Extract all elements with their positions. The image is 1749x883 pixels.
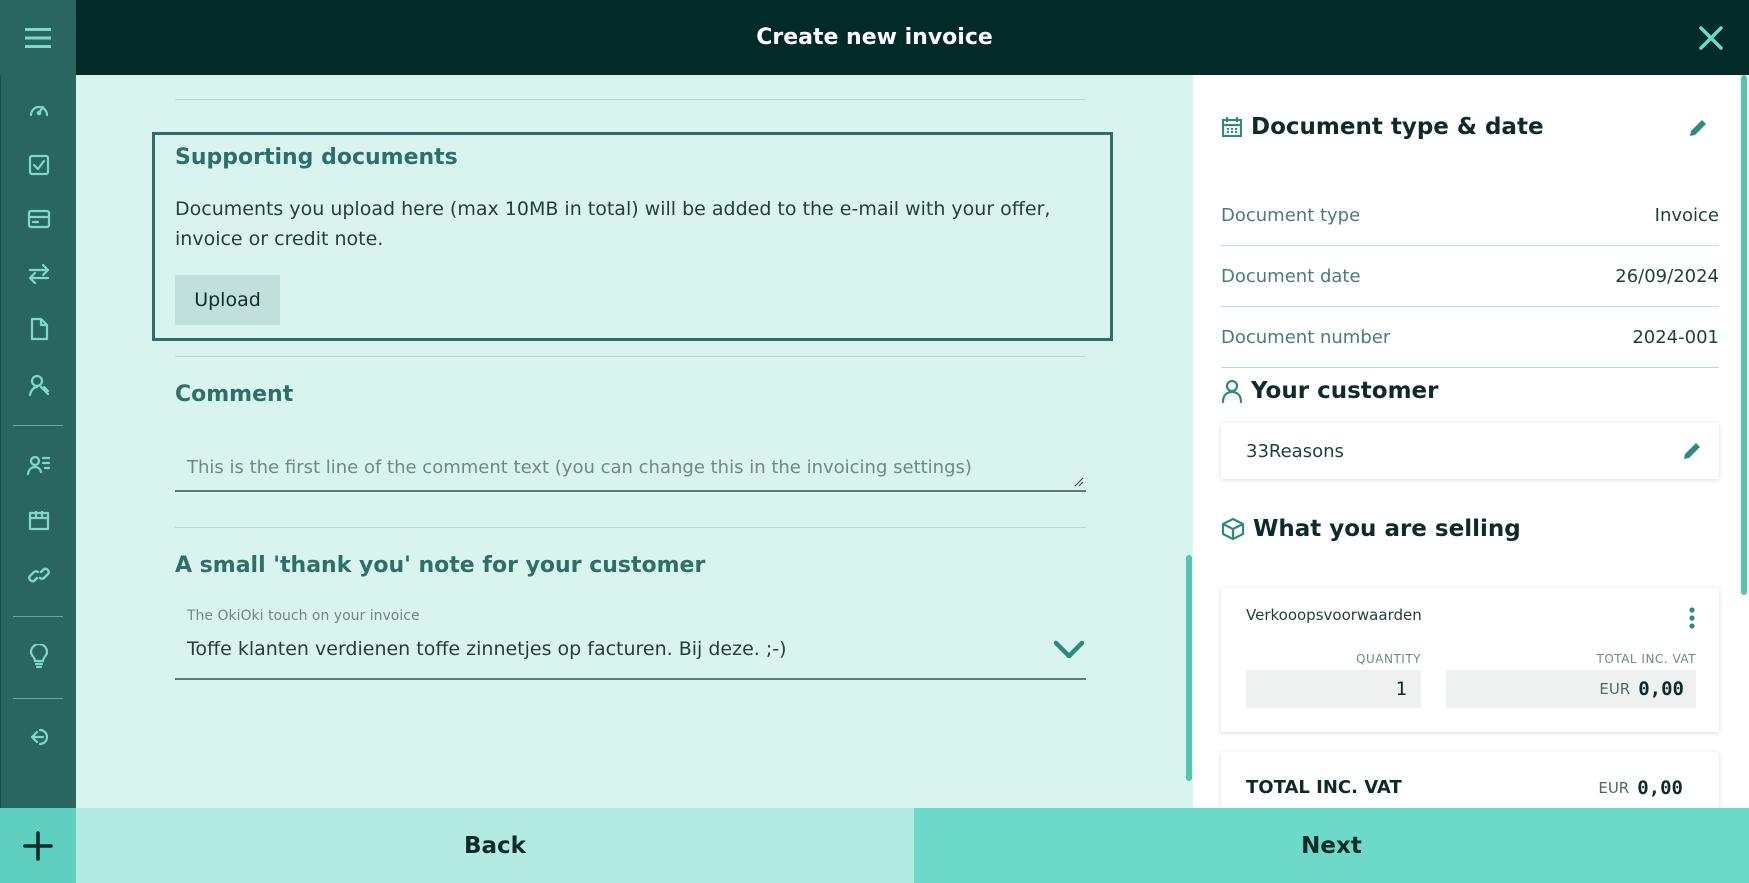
line-total-field: EUR 0,00 [1446,670,1696,708]
sidebar-item-transactions[interactable] [1,252,77,296]
quantity-label: QUANTITY [1356,652,1421,666]
supporting-documents-title: Supporting documents [175,145,458,170]
divider [175,527,1086,528]
line-total-currency: EUR [1599,680,1631,698]
lightbulb-icon [29,644,49,668]
logout-icon [30,728,49,746]
supporting-documents-description: Documents you upload here (max 10MB in t… [175,198,1051,250]
line-total-label: TOTAL INC. VAT [1596,652,1696,666]
menu-button[interactable] [0,0,76,75]
sidebar-item-integrations[interactable] [1,553,77,597]
sidebar [0,75,76,808]
top-bar: Create new invoice [0,0,1749,75]
thank-you-note-select[interactable]: Toffe klanten verdienen toffe zinnetjes … [175,628,1086,680]
calendar-icon [1222,117,1242,137]
customer-heading: Your customer [1221,378,1438,404]
sidebar-divider [13,698,63,699]
next-button[interactable]: Next [914,808,1749,883]
document-type-label: Document type [1221,204,1361,226]
close-icon [1699,25,1723,50]
edit-customer-pencil-icon[interactable] [1681,440,1703,462]
main-content: Supporting documents Documents you uploa… [76,75,1193,808]
customer-heading-text: Your customer [1251,378,1439,404]
page-title: Create new invoice [756,25,993,50]
document-date-row: Document date 26/09/2024 [1221,246,1719,307]
customer-name: 33Reasons [1246,441,1344,462]
total-inc-vat-label: TOTAL INC. VAT [1246,777,1402,798]
comment-title: Comment [175,382,294,407]
chevron-down-icon [1053,640,1085,659]
document-type-heading: Document type & date [1221,114,1544,140]
document-date-value: 26/09/2024 [1615,265,1719,287]
main-scrollbar[interactable] [1186,555,1192,781]
line-total-amount: 0,00 [1638,678,1684,700]
sidebar-item-deals[interactable] [1,363,77,407]
sidebar-item-products[interactable] [1,498,77,542]
sidebar-item-logout[interactable] [1,715,77,759]
comment-textarea[interactable]: This is the first line of the comment te… [175,445,1086,492]
total-summary-card: TOTAL INC. VAT EUR 0,00 [1221,752,1719,808]
document-number-value: 2024-001 [1632,326,1719,348]
sidebar-item-tasks[interactable] [1,143,77,187]
total-amount: 0,00 [1637,777,1683,799]
customer-card[interactable]: 33Reasons [1221,423,1719,479]
document-type-heading-text: Document type & date [1251,114,1544,140]
thank-you-note-title: A small 'thank you' note for your custom… [175,553,706,578]
checkbox-icon [28,154,50,176]
product-name: Verkooopsvoorwaarden [1246,606,1422,624]
credit-card-icon [27,209,51,229]
link-icon [28,567,50,583]
total-currency: EUR [1598,779,1630,797]
panel-scrollbar[interactable] [1741,75,1747,595]
product-line-card: Verkooopsvoorwaarden QUANTITY TOTAL INC.… [1221,588,1719,732]
sidebar-item-tips[interactable] [1,634,77,678]
upload-button[interactable]: Upload [175,275,280,325]
quantity-input[interactable]: 1 [1246,670,1421,708]
total-inc-vat-value: EUR 0,00 [1598,777,1683,799]
document-number-label: Document number [1221,326,1391,348]
document-type-row: Document type Invoice [1221,185,1719,246]
sidebar-divider [13,425,63,426]
thank-you-select-value: Toffe klanten verdienen toffe zinnetjes … [187,638,787,660]
divider [175,99,1086,100]
edit-document-pencil-icon[interactable] [1687,117,1709,139]
transfer-arrows-icon [28,263,50,285]
plus-icon [23,830,53,861]
sidebar-item-contacts[interactable] [1,443,77,487]
sidebar-item-documents[interactable] [1,307,77,351]
contacts-list-icon [27,455,51,476]
add-button[interactable] [0,808,76,883]
thank-you-select-label: The OkiOki touch on your invoice [187,608,420,624]
summary-panel: Document type & date Document type Invoi… [1193,75,1749,808]
back-button[interactable]: Back [76,808,914,883]
sidebar-divider [13,616,63,617]
divider [175,356,1086,357]
document-icon [30,317,49,341]
resize-handle-icon[interactable] [1074,477,1084,487]
handshake-icon [28,374,50,397]
box-icon [28,511,50,531]
more-options-icon[interactable] [1687,606,1697,630]
hamburger-menu-icon [25,27,51,48]
sidebar-item-payments[interactable] [1,197,77,241]
close-button[interactable] [1673,0,1749,75]
bottom-bar: Back Next [0,808,1749,883]
document-number-row: Document number 2024-001 [1221,307,1719,368]
selling-heading-text: What you are selling [1253,516,1521,542]
selling-heading: What you are selling [1221,516,1521,542]
dashboard-gauge-icon [29,105,49,117]
package-box-icon [1221,517,1245,541]
document-date-label: Document date [1221,265,1361,287]
comment-placeholder: This is the first line of the comment te… [187,457,972,478]
sidebar-item-dashboard[interactable] [1,88,77,132]
document-type-value: Invoice [1654,204,1719,226]
person-icon [1221,379,1243,403]
